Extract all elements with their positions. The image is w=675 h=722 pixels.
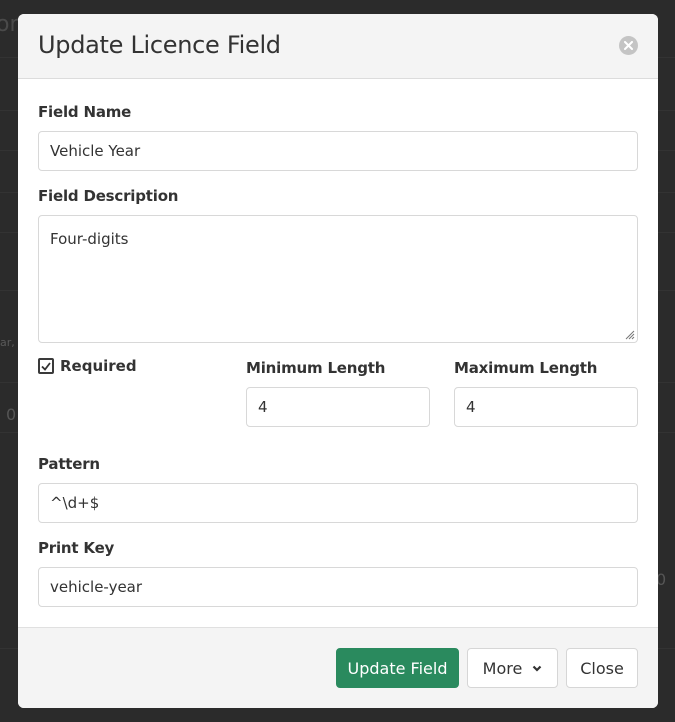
update-field-label: Update Field xyxy=(347,658,448,678)
modal-close-button[interactable] xyxy=(619,36,638,55)
more-dropdown-button[interactable]: More xyxy=(467,648,558,688)
resize-handle-icon[interactable] xyxy=(623,328,635,340)
close-icon xyxy=(624,41,633,50)
field-description-label: Field Description xyxy=(38,187,179,205)
modal-footer: Update Field More Close xyxy=(18,627,658,708)
close-button[interactable]: Close xyxy=(566,648,638,688)
required-checkbox-group[interactable]: Required xyxy=(38,357,137,375)
field-name-label: Field Name xyxy=(38,103,132,121)
update-licence-field-modal: Update Licence Field Field Name Field De… xyxy=(18,14,658,708)
required-checkbox[interactable] xyxy=(38,358,54,374)
maximum-length-label: Maximum Length xyxy=(454,359,598,377)
print-key-label: Print Key xyxy=(38,539,115,557)
modal-header: Update Licence Field xyxy=(18,14,658,79)
minimum-length-label: Minimum Length xyxy=(246,359,386,377)
field-name-input[interactable] xyxy=(38,131,638,171)
minimum-length-input[interactable] xyxy=(246,387,430,427)
pattern-label: Pattern xyxy=(38,455,100,473)
print-key-input[interactable] xyxy=(38,567,638,607)
chevron-down-icon xyxy=(533,665,542,672)
close-label: Close xyxy=(580,658,624,678)
more-label: More xyxy=(482,658,523,678)
background-snippet: ar, xyxy=(0,336,15,349)
pattern-input[interactable] xyxy=(38,483,638,523)
maximum-length-input[interactable] xyxy=(454,387,638,427)
modal-body: Field Name Field Description Four-digits… xyxy=(18,79,658,627)
required-label: Required xyxy=(60,357,137,375)
checkmark-icon xyxy=(41,361,51,371)
modal-title: Update Licence Field xyxy=(38,31,281,59)
background-number: 0 xyxy=(6,405,17,424)
field-description-textarea[interactable]: Four-digits xyxy=(38,215,638,343)
update-field-button[interactable]: Update Field xyxy=(336,648,459,688)
